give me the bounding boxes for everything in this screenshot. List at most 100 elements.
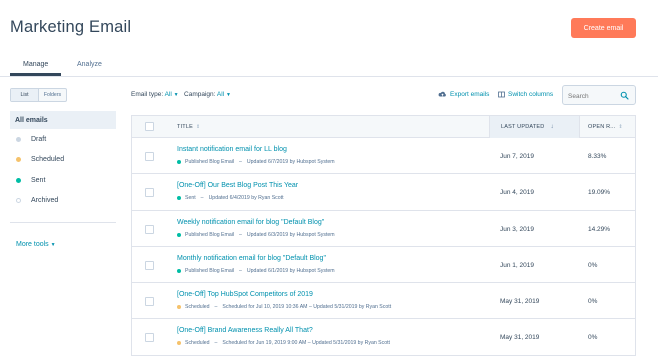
row-checkbox[interactable] bbox=[145, 224, 154, 234]
switch-columns-label: Switch columns bbox=[508, 91, 554, 98]
email-status: Scheduled bbox=[185, 304, 210, 311]
table-row[interactable]: [One-Off] Our Best Blog Post This Year Se… bbox=[132, 174, 635, 211]
status-dot bbox=[177, 196, 181, 201]
campaign-dropdown[interactable]: All ▼ bbox=[217, 91, 231, 98]
email-meta: Sent – Updated 6/4/2019 by Ryan Scott bbox=[177, 195, 284, 201]
sidebar-item-sent[interactable]: Sent bbox=[16, 177, 45, 184]
create-email-button[interactable]: Create email bbox=[571, 18, 636, 38]
sort-descending-icon: ↓ bbox=[550, 124, 554, 130]
table-row[interactable]: Weekly notification email for blog "Defa… bbox=[132, 211, 635, 247]
sidebar-item-scheduled[interactable]: Scheduled bbox=[16, 156, 64, 163]
email-updated-info: Updated 6/3/2019 by Hubspot System bbox=[246, 231, 335, 238]
cloud-upload-icon bbox=[438, 91, 446, 97]
switch-columns-link[interactable]: Switch columns bbox=[498, 91, 553, 98]
export-emails-link[interactable]: Export emails bbox=[438, 91, 489, 98]
last-updated-date: May 31, 2019 bbox=[500, 298, 540, 306]
last-updated-date: Jun 4, 2019 bbox=[500, 189, 534, 197]
status-dot bbox=[177, 232, 181, 237]
sidebar-item-all-emails[interactable]: All emails bbox=[10, 111, 116, 129]
folders-view-button[interactable]: Folders bbox=[39, 89, 66, 101]
email-meta: Scheduled – Scheduled for Jul 10, 2019 10:… bbox=[177, 304, 391, 310]
email-status: Published Blog Email bbox=[185, 231, 235, 238]
row-checkbox[interactable] bbox=[145, 333, 154, 343]
list-view-button[interactable]: List bbox=[11, 89, 39, 101]
sidebar-divider bbox=[10, 222, 116, 223]
campaign-label: Campaign: bbox=[184, 91, 216, 98]
email-title-link[interactable]: Monthly notification email for blog "Def… bbox=[177, 255, 326, 262]
table-row[interactable]: [One-Off] Top HubSpot Competitors of 201… bbox=[132, 283, 635, 320]
tab-analyze[interactable]: Analyze bbox=[77, 61, 102, 68]
sidebar-item-label: Scheduled bbox=[31, 156, 65, 163]
email-type-label: Email type: bbox=[131, 91, 164, 98]
columns-icon bbox=[498, 91, 505, 98]
email-title-link[interactable]: [One-Off] Brand Awareness Really All Tha… bbox=[177, 327, 313, 334]
table-body: Instant notification email for LL blog Pu… bbox=[132, 138, 635, 356]
caret-down-icon: ▼ bbox=[50, 242, 56, 248]
email-title-link[interactable]: [One-Off] Top HubSpot Competitors of 201… bbox=[177, 291, 313, 298]
row-checkbox[interactable] bbox=[145, 152, 154, 161]
email-meta: Published Blog Email – Updated 6/3/2019 by… bbox=[177, 232, 335, 238]
column-header-open-rate[interactable]: OPEN R... ⇕ bbox=[588, 116, 623, 138]
open-rate: 19.09% bbox=[588, 189, 611, 197]
campaign-value: All bbox=[216, 91, 225, 98]
more-tools-dropdown[interactable]: More tools ▼ bbox=[16, 241, 56, 248]
table-row[interactable]: Monthly notification email for blog "Def… bbox=[132, 247, 635, 284]
email-updated-info: Scheduled for Jun 19, 2019 9:00 AM – Upd… bbox=[222, 340, 390, 347]
column-header-label: LAST UPDATED bbox=[501, 124, 545, 130]
search-box bbox=[562, 85, 636, 105]
meta-separator: – bbox=[214, 304, 218, 311]
row-checkbox[interactable] bbox=[145, 297, 154, 307]
status-dot bbox=[177, 268, 181, 273]
table-row[interactable]: Instant notification email for LL blog Pu… bbox=[132, 138, 635, 175]
meta-separator: – bbox=[239, 231, 242, 238]
email-updated-info: Scheduled for Jul 10, 2019 10:36 AM – Up… bbox=[222, 304, 392, 311]
column-header-title[interactable]: TITLE ⇕ bbox=[177, 116, 200, 138]
email-updated-info: Updated 6/7/2019 by Hubspot System bbox=[246, 159, 335, 165]
status-dot bbox=[177, 305, 181, 310]
email-title-link[interactable]: Weekly notification email for blog "Defa… bbox=[177, 219, 324, 226]
email-title-link[interactable]: [One-Off] Our Best Blog Post This Year bbox=[177, 182, 298, 189]
email-updated-info: Updated 6/1/2019 by Hubspot System bbox=[246, 267, 335, 274]
row-checkbox[interactable] bbox=[145, 260, 154, 270]
email-title-link[interactable]: Instant notification email for LL blog bbox=[177, 146, 287, 153]
last-updated-date: Jun 1, 2019 bbox=[500, 261, 534, 269]
tab-manage[interactable]: Manage bbox=[23, 61, 48, 68]
email-meta: Scheduled – Scheduled for Jun 19, 2019 9:0… bbox=[177, 340, 390, 346]
caret-down-icon: ▼ bbox=[173, 92, 179, 98]
row-checkbox[interactable] bbox=[145, 188, 154, 198]
sidebar-item-label: Archived bbox=[31, 197, 59, 204]
email-meta: Published Blog Email – Updated 6/1/2019 by… bbox=[177, 268, 335, 274]
email-table: TITLE ⇕ LAST UPDATED ↓ OPEN R... ⇕ Insta… bbox=[131, 115, 636, 356]
active-tab-indicator bbox=[10, 73, 61, 76]
meta-separator: – bbox=[239, 159, 242, 165]
email-status: Published Blog Email bbox=[185, 267, 235, 274]
view-toggle: List Folders bbox=[10, 88, 67, 102]
email-meta: Published Blog Email – Updated 6/7/2019 by… bbox=[177, 159, 335, 165]
select-all-checkbox[interactable] bbox=[145, 122, 154, 131]
search-icon[interactable] bbox=[620, 91, 629, 100]
status-dot bbox=[177, 341, 181, 346]
sort-icon: ⇕ bbox=[618, 124, 623, 130]
sidebar-item-label: Sent bbox=[31, 177, 46, 184]
email-type-dropdown[interactable]: All ▼ bbox=[165, 91, 179, 98]
column-header-label: OPEN R... bbox=[588, 124, 616, 130]
open-rate: 0% bbox=[588, 261, 598, 269]
meta-separator: – bbox=[200, 195, 204, 202]
sidebar-item-archived[interactable]: Archived bbox=[16, 197, 58, 204]
sidebar-item-label: Draft bbox=[31, 136, 47, 143]
search-input[interactable] bbox=[568, 90, 618, 102]
status-dot bbox=[177, 160, 181, 164]
caret-down-icon: ▼ bbox=[225, 92, 231, 98]
open-rate: 8.33% bbox=[588, 153, 607, 160]
email-status: Scheduled bbox=[185, 340, 210, 347]
open-rate: 0% bbox=[588, 298, 598, 306]
sidebar-item-draft[interactable]: Draft bbox=[16, 136, 46, 143]
meta-separator: – bbox=[214, 340, 218, 347]
email-updated-info: Updated 6/4/2019 by Ryan Scott bbox=[208, 195, 284, 202]
table-row[interactable]: [One-Off] Brand Awareness Really All Tha… bbox=[132, 319, 635, 356]
open-rate: 14.29% bbox=[588, 225, 611, 233]
page-title: Marketing Email bbox=[10, 18, 132, 36]
scheduled-status-dot bbox=[16, 157, 21, 162]
column-header-last-updated[interactable]: LAST UPDATED ↓ bbox=[489, 116, 580, 138]
email-type-value: All bbox=[164, 91, 172, 98]
